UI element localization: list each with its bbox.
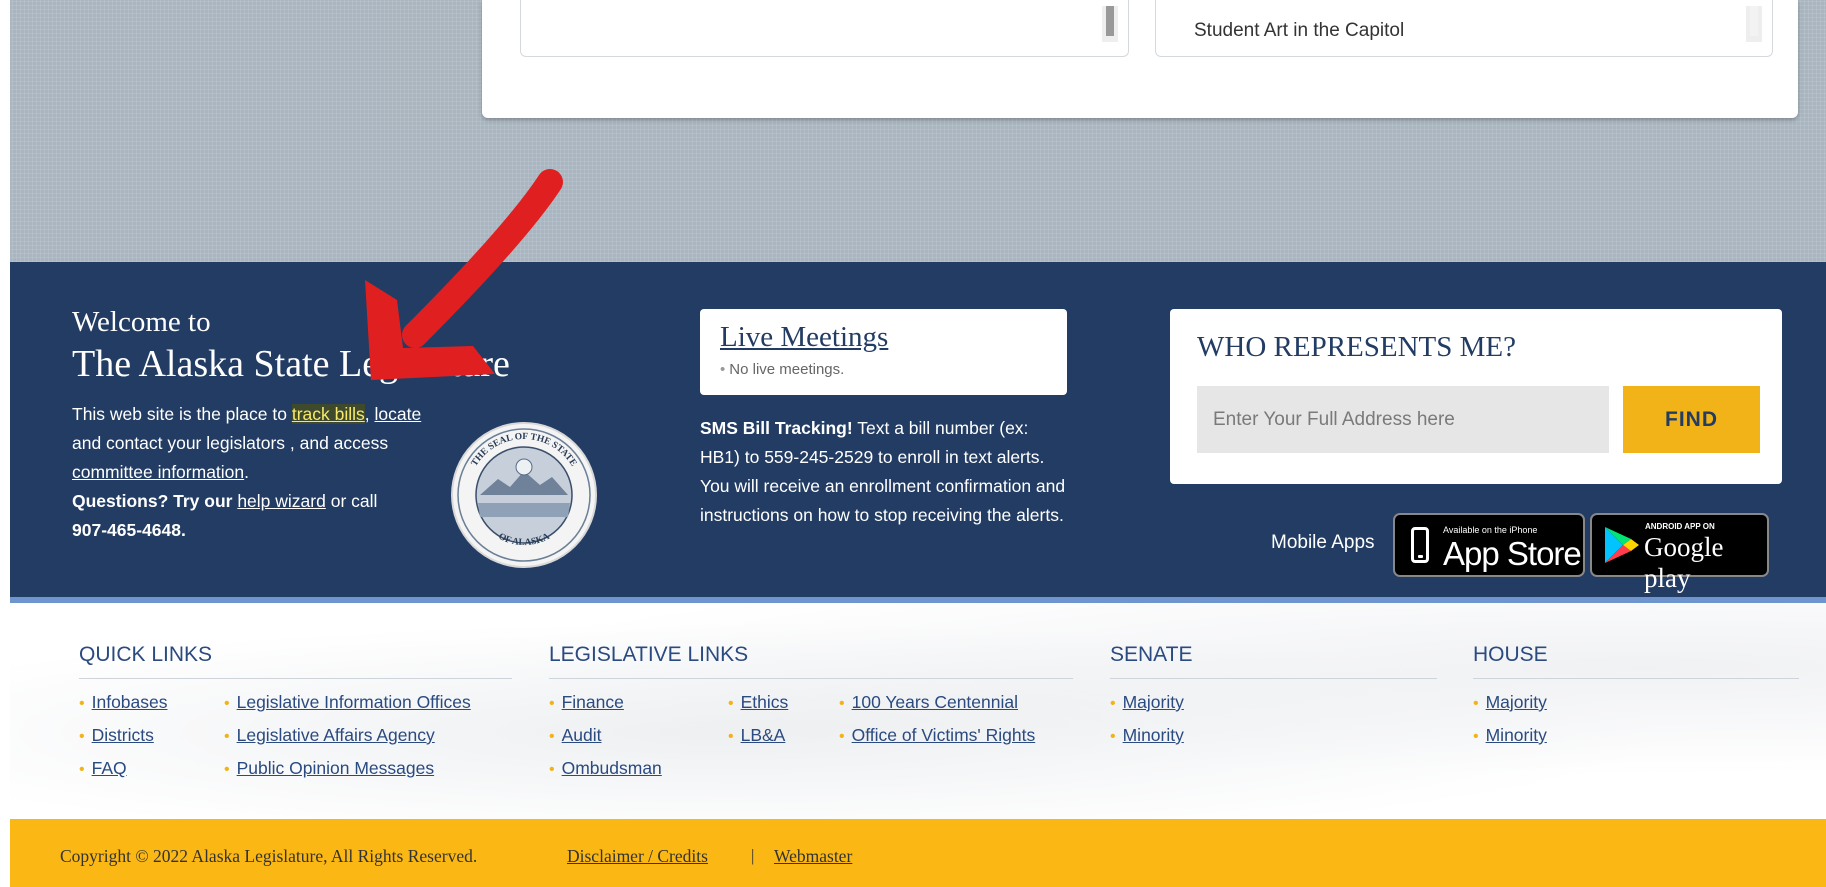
iphone-icon — [1411, 527, 1429, 563]
link-infobases[interactable]: Infobases — [79, 692, 168, 713]
link-senate-minority[interactable]: Minority — [1110, 725, 1184, 746]
list-item-student-art[interactable]: Student Art in the Capitol — [1194, 20, 1404, 42]
legislative-links-rule — [549, 678, 1073, 679]
welcome-heading-small: Welcome to — [72, 306, 211, 338]
find-button[interactable]: FIND — [1623, 386, 1760, 453]
app-store-text: App Store — [1443, 535, 1582, 572]
locate-link[interactable]: locate — [375, 404, 422, 424]
left-edge — [0, 0, 10, 887]
link-audit[interactable]: Audit — [549, 725, 602, 746]
link-100-years-centennial[interactable]: 100 Years Centennial — [839, 692, 1018, 713]
red-arrow-annotation — [365, 169, 563, 380]
live-meetings-box: Live Meetings • No live meetings. — [700, 309, 1067, 395]
link-lba[interactable]: LB&A — [728, 725, 786, 746]
alaska-state-seal: THE SEAL OF THE STATE OF ALASKA — [451, 422, 597, 568]
link-ombudsman[interactable]: Ombudsman — [549, 758, 662, 779]
or-call-text: or call — [325, 491, 378, 511]
who-represents-title: WHO REPRESENTS ME? — [1197, 331, 1516, 363]
link-faq[interactable]: FAQ — [79, 758, 127, 779]
questions-label: Questions? Try our — [72, 491, 233, 511]
link-finance[interactable]: Finance — [549, 692, 624, 713]
scroll-thumb[interactable] — [1106, 6, 1114, 36]
webmaster-link[interactable]: Webmaster — [774, 846, 852, 867]
disclaimer-credits-link[interactable]: Disclaimer / Credits — [567, 846, 708, 867]
senate-heading: SENATE — [1110, 643, 1193, 666]
content-card: Student Art in the Capitol — [482, 0, 1798, 118]
who-represents-me-box: WHO REPRESENTS ME? FIND — [1170, 309, 1782, 484]
google-play-icon — [1605, 527, 1639, 563]
footer-separator: | — [751, 846, 755, 865]
quick-links-rule — [79, 678, 512, 679]
right-panel-scrollbar[interactable] — [1746, 6, 1762, 42]
house-heading: HOUSE — [1473, 643, 1548, 666]
link-districts[interactable]: Districts — [79, 725, 154, 746]
app-store-badge[interactable]: Available on the iPhone App Store — [1393, 513, 1585, 577]
copyright-text: Copyright © 2022 Alaska Legislature, All… — [60, 846, 478, 866]
house-rule — [1473, 678, 1799, 679]
right-list-panel: Student Art in the Capitol — [1155, 0, 1773, 57]
google-play-text: Google play — [1644, 532, 1724, 593]
bullet-icon: • — [720, 361, 726, 378]
legislative-links-heading: LEGISLATIVE LINKS — [549, 643, 749, 666]
mobile-apps-label: Mobile Apps — [1271, 532, 1375, 553]
address-input[interactable] — [1197, 386, 1609, 453]
phone-number: 907-465-4648. — [72, 520, 186, 540]
live-meetings-status-text: No live meetings. — [729, 361, 845, 378]
intro-contact-text: and contact your legislators , and acces… — [72, 433, 389, 453]
google-play-badge[interactable]: ANDROID APP ON Google play — [1590, 513, 1769, 593]
quick-links-heading: QUICK LINKS — [79, 643, 213, 666]
link-ethics[interactable]: Ethics — [728, 692, 789, 713]
link-office-of-victims-rights[interactable]: Office of Victims' Rights — [839, 725, 1036, 746]
committee-info-link[interactable]: committee information — [72, 462, 244, 482]
link-legislative-information-offices[interactable]: Legislative Information Offices — [224, 692, 471, 713]
sms-bill-tracking: SMS Bill Tracking! Text a bill number (e… — [700, 414, 1072, 530]
link-house-minority[interactable]: Minority — [1473, 725, 1547, 746]
help-wizard-link[interactable]: help wizard — [237, 491, 326, 511]
live-meetings-link[interactable]: Live Meetings — [720, 321, 888, 354]
senate-rule — [1110, 678, 1437, 679]
link-senate-majority[interactable]: Majority — [1110, 692, 1184, 713]
welcome-intro: This web site is the place to track bill… — [72, 404, 422, 540]
link-legislative-affairs-agency[interactable]: Legislative Affairs Agency — [224, 725, 435, 746]
sms-label: SMS Bill Tracking! — [700, 418, 853, 438]
left-panel-scrollbar[interactable] — [1102, 6, 1118, 42]
live-meetings-status: • No live meetings. — [720, 361, 844, 378]
left-list-panel — [520, 0, 1129, 57]
intro-prefix: This web site is the place to — [72, 404, 292, 424]
link-public-opinion-messages[interactable]: Public Opinion Messages — [224, 758, 434, 779]
link-house-majority[interactable]: Majority — [1473, 692, 1547, 713]
scroll-thumb[interactable] — [1750, 6, 1758, 36]
track-bills-link[interactable]: track bills — [291, 404, 365, 424]
google-play-small-text: ANDROID APP ON — [1645, 522, 1715, 531]
app-store-small-text: Available on the iPhone — [1443, 525, 1538, 535]
